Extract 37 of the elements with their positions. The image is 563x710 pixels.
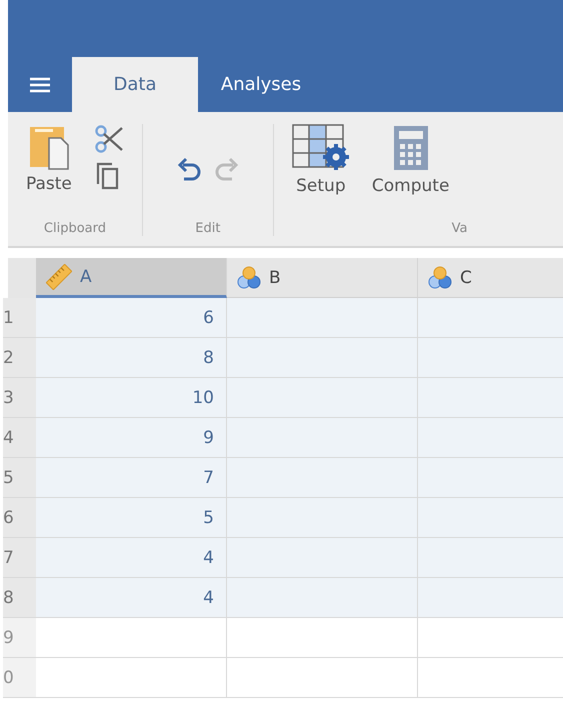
paste-icon [28, 124, 69, 170]
row-number: 4 [3, 418, 36, 458]
header-corner [8, 258, 36, 298]
table-cell: 6 [36, 298, 227, 338]
row-number: 2 [3, 338, 36, 378]
setup-button[interactable]: Setup [292, 124, 350, 196]
nominal-icon [428, 266, 452, 290]
tab[interactable]: Analyses [198, 57, 324, 112]
nominal-icon [237, 266, 261, 290]
calculator-icon [392, 124, 430, 172]
row-number: 6 [3, 498, 36, 538]
table-cell: 10 [36, 378, 227, 418]
paste-button[interactable]: Paste [26, 124, 72, 194]
group-label: Clipboard [42, 221, 107, 236]
column-header[interactable]: A [36, 258, 227, 298]
table-gear-icon [292, 124, 350, 172]
table-cell: 8 [36, 338, 227, 378]
column-header[interactable]: C [418, 258, 563, 298]
scissors-icon[interactable] [94, 124, 124, 154]
group-label: Edit [194, 221, 222, 236]
row-number: 7 [3, 538, 36, 578]
tab[interactable]: Data [72, 57, 198, 112]
table-cell: 9 [36, 418, 227, 458]
column-header[interactable]: B [227, 258, 418, 298]
table-cell: 7 [36, 458, 227, 498]
group-label: Va [450, 221, 468, 236]
row-number: 9 [3, 618, 36, 658]
menu-icon [30, 76, 50, 92]
row-number: 8 [3, 578, 36, 618]
row-number: 5 [3, 458, 36, 498]
row-number: 3 [3, 378, 36, 418]
compute-button[interactable]: Compute [372, 124, 450, 196]
row-number: 0 [3, 658, 36, 698]
table-cell: 5 [36, 498, 227, 538]
table-cell: 4 [36, 538, 227, 578]
table-cell: 4 [36, 578, 227, 618]
row-number: 1 [3, 298, 36, 338]
